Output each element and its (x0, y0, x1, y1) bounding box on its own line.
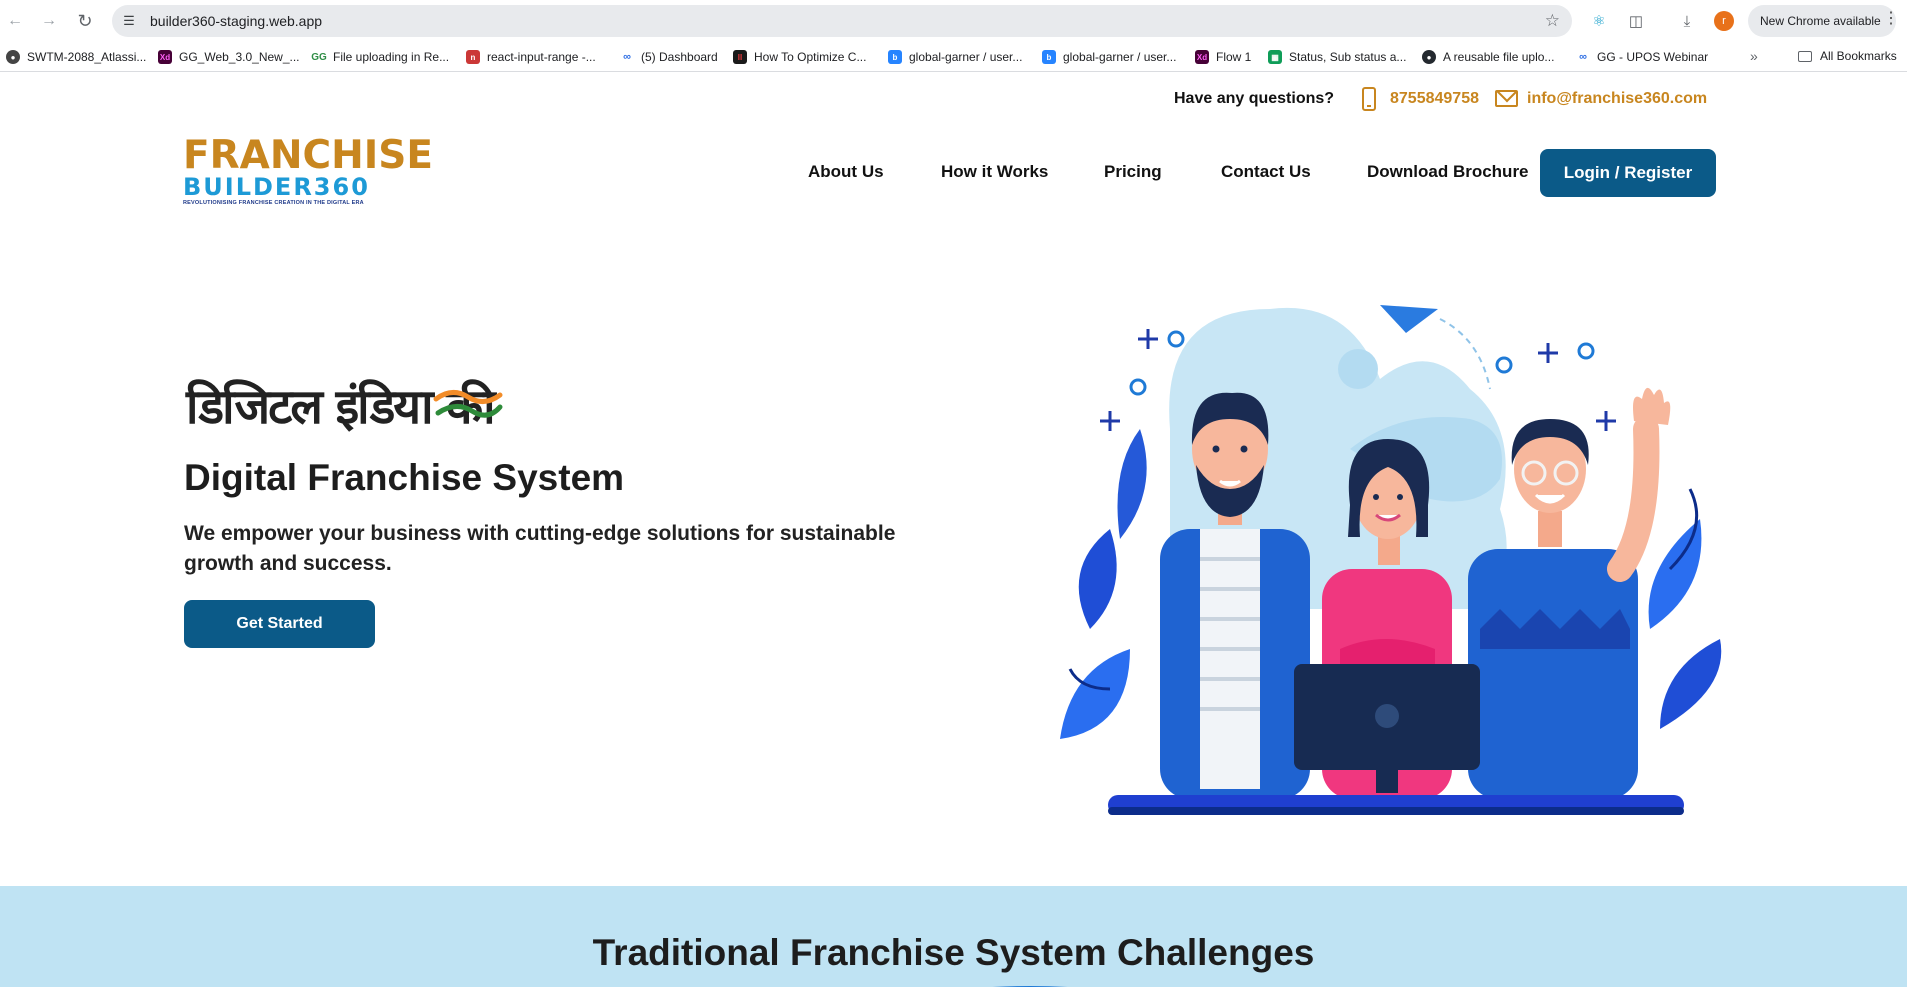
bookmark-label: global-garner / user... (1063, 50, 1177, 64)
all-bookmarks-label: All Bookmarks (1820, 49, 1897, 63)
challenges-section: Traditional Franchise System Challenges (0, 886, 1907, 987)
bookmark-label: File uploading in Re... (333, 50, 450, 64)
phone-link[interactable]: 8755849758 (1390, 90, 1479, 108)
logo-tagline: REVOLUTIONISING FRANCHISE CREATION IN TH… (183, 200, 364, 206)
bookmarks-bar: ● SWTM-2088_Atlassi... Xd GG_Web_3.0_New… (0, 42, 1907, 72)
bookmark-label: A reusable file uplo... (1443, 50, 1555, 64)
nav-about-us[interactable]: About Us (808, 162, 884, 182)
npm-icon: n (466, 50, 480, 64)
bookmark-label: Status, Sub status a... (1289, 50, 1407, 64)
bookmark-item[interactable]: ● SWTM-2088_Atlassi... (6, 49, 146, 65)
react-devtools-icon[interactable]: ⚛ (1588, 10, 1610, 32)
optimize-icon: II (733, 50, 747, 64)
bookmark-item[interactable]: n react-input-range -... (466, 49, 596, 65)
bookmark-label: SWTM-2088_Atlassi... (27, 50, 147, 64)
xd-icon: Xd (1195, 50, 1209, 64)
bitbucket-icon: b (1042, 50, 1056, 64)
bookmark-item[interactable]: Xd Flow 1 (1195, 49, 1251, 65)
contact-bar: Have any questions? 8755849758 info@fran… (0, 87, 1907, 111)
chrome-update-button[interactable]: New Chrome available (1748, 5, 1896, 37)
bookmark-label: GG - UPOS Webinar (1597, 50, 1709, 64)
bookmark-label: How To Optimize C... (754, 50, 867, 64)
bookmark-item[interactable]: b global-garner / user... (1042, 49, 1176, 65)
bookmark-item[interactable]: ● A reusable file uplo... (1422, 49, 1554, 65)
bookmark-item[interactable]: GG File uploading in Re... (311, 49, 450, 65)
folder-icon (1798, 50, 1812, 62)
paper-plane-icon (1380, 305, 1438, 333)
bookmark-star-icon[interactable]: ☆ (1545, 11, 1560, 31)
site-info-icon[interactable]: ☰ (116, 8, 142, 34)
bookmark-item[interactable]: ∞ GG - UPOS Webinar (1576, 49, 1708, 65)
bookmark-label: react-input-range -... (487, 50, 596, 64)
profile-avatar[interactable]: r (1714, 11, 1734, 31)
get-started-button[interactable]: Get Started (184, 600, 375, 648)
bookmark-item[interactable]: ▦ Status, Sub status a... (1268, 49, 1406, 65)
bookmark-item[interactable]: II How To Optimize C... (733, 49, 866, 65)
xd-icon: Xd (158, 50, 172, 64)
nav-download-brochure[interactable]: Download Brochure (1367, 162, 1529, 182)
bookmark-label: GG_Web_3.0_New_... (179, 50, 300, 64)
sheets-icon: ▦ (1268, 50, 1282, 64)
bookmark-item[interactable]: ∞ (5) Dashboard (620, 49, 718, 65)
back-arrow-icon[interactable]: ← (2, 8, 28, 34)
tricolor-swoosh-icon (433, 390, 503, 418)
mail-icon (1495, 90, 1518, 107)
email-link[interactable]: info@franchise360.com (1527, 90, 1707, 108)
bookmark-label: (5) Dashboard (641, 50, 718, 64)
dashboard-icon: ∞ (623, 51, 631, 63)
extensions-puzzle-icon[interactable]: ◫ (1625, 10, 1647, 32)
bookmark-label: global-garner / user... (909, 50, 1023, 64)
bitbucket-icon: b (888, 50, 902, 64)
webinar-icon: ∞ (1579, 51, 1587, 63)
website-page: Have any questions? 8755849758 info@fran… (0, 73, 1907, 987)
bookmark-label: Flow 1 (1216, 50, 1252, 64)
bookmark-item[interactable]: b global-garner / user... (888, 49, 1022, 65)
geeks-icon: GG (311, 51, 327, 63)
team-illustration (1060, 305, 1722, 815)
bookmark-item[interactable]: Xd GG_Web_3.0_New_... (158, 49, 300, 65)
challenges-title: Traditional Franchise System Challenges (592, 932, 1315, 973)
logo-line-2: BUILDER360 (183, 173, 370, 201)
chevron-double-right-icon[interactable]: » (1750, 48, 1758, 64)
kebab-menu-icon[interactable]: ⋮ (1883, 8, 1899, 28)
download-icon[interactable]: ⤓ (1676, 10, 1698, 32)
hero-subtitle: We empower your business with cutting-ed… (184, 522, 896, 575)
hero-title: Digital Franchise System (184, 457, 625, 498)
contact-question: Have any questions? (1174, 90, 1335, 107)
logo-line-1: FRANCHISE (183, 133, 433, 178)
login-register-button[interactable]: Login / Register (1540, 149, 1716, 197)
address-bar[interactable]: ☰ builder360-staging.web.app ☆ (112, 5, 1572, 37)
atlassian-icon: ● (6, 50, 20, 64)
nav-pricing[interactable]: Pricing (1104, 162, 1162, 182)
browser-toolbar: ← → ↻ ☰ builder360-staging.web.app ☆ ⚛ ◫… (0, 0, 1907, 42)
nav-how-it-works[interactable]: How it Works (941, 162, 1048, 182)
forward-arrow-icon[interactable]: → (36, 8, 62, 34)
url-text: builder360-staging.web.app (150, 13, 323, 29)
site-logo[interactable]: FRANCHISE BUILDER360 REVOLUTIONISING FRA… (183, 133, 433, 217)
title-underline-curve (992, 986, 1068, 987)
all-bookmarks-button[interactable]: All Bookmarks (1798, 49, 1897, 63)
phone-icon (1362, 87, 1376, 111)
nav-contact-us[interactable]: Contact Us (1221, 162, 1311, 182)
github-icon: ● (1422, 50, 1436, 64)
reload-icon[interactable]: ↻ (72, 8, 98, 34)
